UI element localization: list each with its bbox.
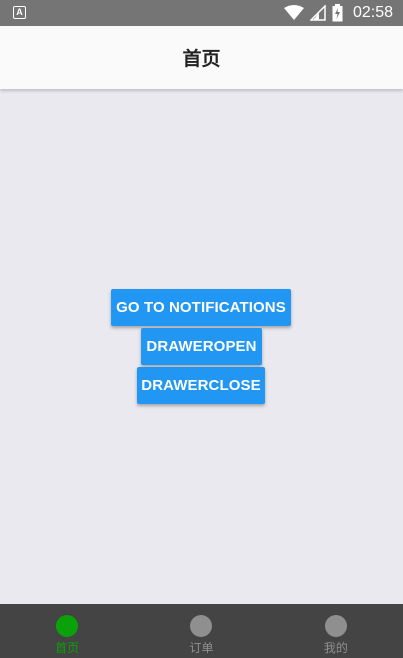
page-title: 首页 — [182, 48, 221, 70]
status-bar: A 02:58 — [0, 0, 403, 26]
home-tab-icon — [56, 615, 79, 637]
battery-icon — [332, 4, 343, 22]
status-time: 02:58 — [352, 4, 393, 21]
orders-tab-icon — [190, 615, 213, 637]
mine-tab-icon — [324, 615, 347, 637]
main-content: GO TO NOTIFICATIONS DRAWEROPEN DRAWERCLO… — [0, 89, 403, 604]
status-icons: 02:58 — [283, 0, 393, 26]
tab-home[interactable]: 首页 — [0, 604, 134, 658]
go-to-notifications-button[interactable]: GO TO NOTIFICATIONS — [111, 289, 291, 326]
drawer-close-button[interactable]: DRAWERCLOSE — [137, 367, 265, 404]
app-header: 首页 — [0, 26, 403, 89]
notification-app-icon: A — [13, 6, 26, 19]
drawer-open-button[interactable]: DRAWEROPEN — [141, 328, 262, 365]
bottom-tab-bar: 首页 订单 我的 — [0, 604, 403, 658]
wifi-icon — [283, 5, 304, 21]
tab-label-home: 首页 — [55, 641, 80, 655]
tab-label-mine: 我的 — [323, 641, 348, 655]
tab-orders[interactable]: 订单 — [134, 604, 268, 658]
tab-label-orders: 订单 — [189, 641, 214, 655]
cell-signal-icon — [309, 5, 326, 21]
tab-mine[interactable]: 我的 — [269, 604, 403, 658]
